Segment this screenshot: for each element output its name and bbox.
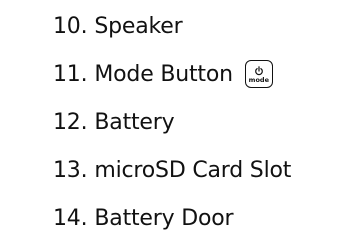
part-number: 11. xyxy=(53,61,88,87)
part-label: Battery xyxy=(94,109,175,135)
part-number: 12. xyxy=(53,109,88,135)
part-number: 14. xyxy=(53,205,88,231)
part-item-battery: 12. Battery xyxy=(53,98,291,146)
part-label: Battery Door xyxy=(94,205,234,231)
part-number: 13. xyxy=(53,157,88,183)
part-item-speaker: 10. Speaker xyxy=(53,2,291,50)
part-item-mode-button: 11. Mode Button mode xyxy=(53,50,291,98)
part-item-microsd-card-slot: 13. microSD Card Slot xyxy=(53,146,291,194)
parts-list: 10. Speaker 11. Mode Button mode 12. Bat… xyxy=(53,2,291,242)
part-item-battery-door: 14. Battery Door xyxy=(53,194,291,242)
power-mode-icon: mode xyxy=(244,60,273,88)
part-label: Mode Button xyxy=(94,61,233,87)
power-symbol-icon xyxy=(254,65,263,75)
part-number: 10. xyxy=(53,13,88,39)
part-label: Speaker xyxy=(94,13,183,39)
part-label: microSD Card Slot xyxy=(94,157,292,183)
mode-icon-text: mode xyxy=(248,75,269,84)
